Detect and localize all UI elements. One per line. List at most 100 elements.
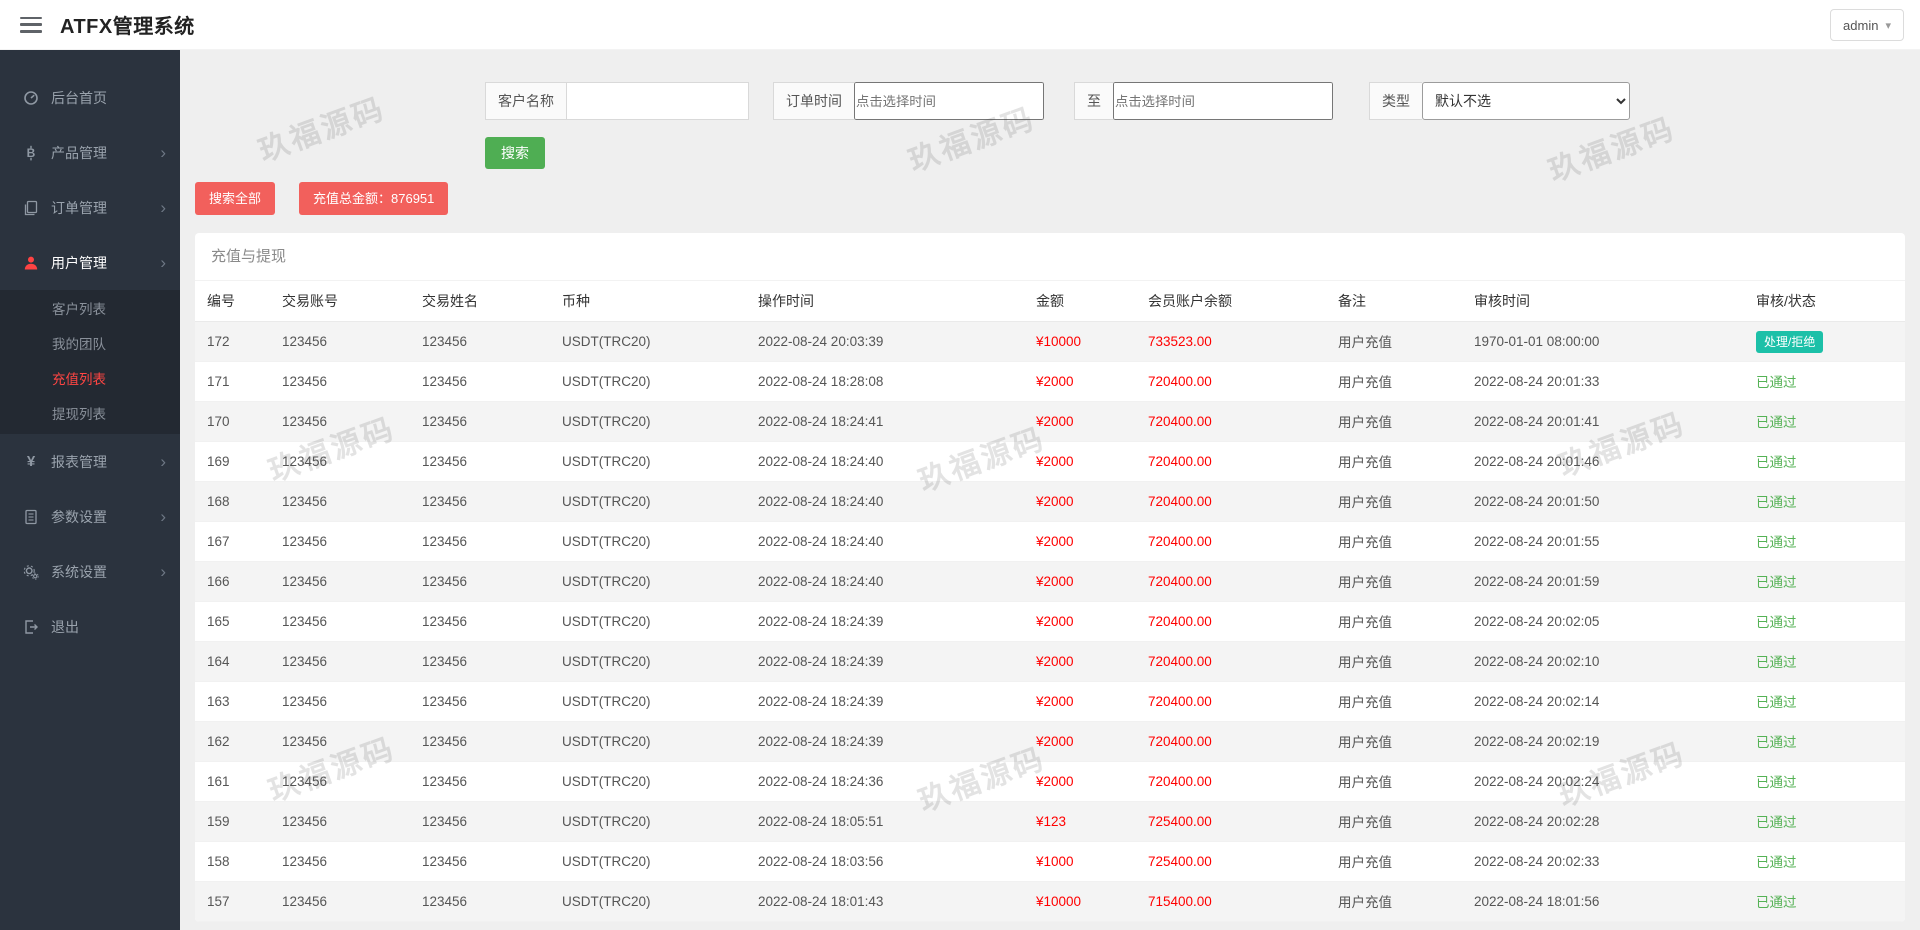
cell-amount: ¥2000 xyxy=(1024,401,1136,442)
table-row: 164 123456 123456 USDT(TRC20) 2022-08-24 18:… xyxy=(195,641,1905,682)
cell-audit-time: 2022-08-24 20:02:10 xyxy=(1462,641,1744,682)
chevron-right-icon: › xyxy=(160,143,166,162)
sidebar-item-orders[interactable]: 订单管理 › xyxy=(0,180,180,235)
cell-op-time: 2022-08-24 18:24:40 xyxy=(746,561,1024,602)
table-row: 167 123456 123456 USDT(TRC20) 2022-08-24 18:… xyxy=(195,521,1905,562)
cell-currency: USDT(TRC20) xyxy=(550,721,746,762)
sidebar-item-users[interactable]: 用户管理 › xyxy=(0,235,180,290)
cell-remark: 用户充值 xyxy=(1326,761,1462,802)
cell-balance: 720400.00 xyxy=(1136,721,1326,762)
sidebar-subitem-customer-list[interactable]: 客户列表 xyxy=(0,292,180,327)
sidebar-item-products[interactable]: B 产品管理 › xyxy=(0,125,180,180)
cell-audit-time: 2022-08-24 20:02:28 xyxy=(1462,801,1744,842)
menu-toggle-icon[interactable] xyxy=(20,16,42,33)
total-amount-badge: 充值总金额：876951 xyxy=(299,182,449,215)
cell-account: 123456 xyxy=(270,881,410,922)
panel-title: 充值与提现 xyxy=(195,233,1905,281)
order-time-start-input[interactable] xyxy=(854,82,1044,120)
sidebar-subitem-my-team[interactable]: 我的团队 xyxy=(0,327,180,362)
cell-id: 157 xyxy=(195,881,270,922)
search-button[interactable]: 搜索 xyxy=(485,137,545,169)
cell-currency: USDT(TRC20) xyxy=(550,681,746,722)
cell-account: 123456 xyxy=(270,481,410,522)
user-icon xyxy=(22,255,40,271)
sidebar-item-reports[interactable]: ¥ 报表管理 › xyxy=(0,434,180,489)
cell-account: 123456 xyxy=(270,561,410,602)
status-pending-badge[interactable]: 处理/拒绝 xyxy=(1756,330,1824,353)
cell-name: 123456 xyxy=(410,521,550,562)
user-menu-button[interactable]: admin ▾ xyxy=(1830,9,1904,41)
cell-status: 处理/拒绝 xyxy=(1744,321,1905,362)
search-all-button[interactable]: 搜索全部 xyxy=(195,182,276,215)
cell-id: 168 xyxy=(195,481,270,522)
cell-id: 162 xyxy=(195,721,270,762)
cell-balance: 725400.00 xyxy=(1136,841,1326,882)
order-time-label: 订单时间 xyxy=(773,82,854,120)
cell-currency: USDT(TRC20) xyxy=(550,321,746,362)
cell-id: 171 xyxy=(195,361,270,402)
sidebar-item-home[interactable]: 后台首页 xyxy=(0,70,180,125)
filter-bar: 客户名称 订单时间 至 类型 默认不选 xyxy=(195,82,1905,120)
column-header-audit-time: 审核时间 xyxy=(1462,281,1744,322)
cell-audit-time: 2022-08-24 20:02:05 xyxy=(1462,601,1744,642)
cell-status: 已通过 xyxy=(1744,681,1905,722)
cell-audit-time: 2022-08-24 20:02:14 xyxy=(1462,681,1744,722)
type-select[interactable]: 默认不选 xyxy=(1422,82,1630,120)
yen-report-icon: ¥ xyxy=(26,453,36,470)
recharge-table: 编号 交易账号 交易姓名 币种 操作时间 金额 会员账户余额 备注 审核时间 审… xyxy=(195,281,1905,922)
cell-name: 123456 xyxy=(410,561,550,602)
cell-op-time: 2022-08-24 18:24:40 xyxy=(746,441,1024,482)
table-row: 172 123456 123456 USDT(TRC20) 2022-08-24 20:… xyxy=(195,321,1905,362)
order-time-end-input[interactable] xyxy=(1113,82,1333,120)
column-header-op-time: 操作时间 xyxy=(746,281,1024,322)
cell-status: 已通过 xyxy=(1744,441,1905,482)
sidebar-item-params[interactable]: 参数设置 › xyxy=(0,489,180,544)
cell-balance: 715400.00 xyxy=(1136,881,1326,922)
document-icon xyxy=(22,509,40,525)
cell-remark: 用户充值 xyxy=(1326,721,1462,762)
cell-id: 163 xyxy=(195,681,270,722)
cell-id: 167 xyxy=(195,521,270,562)
cell-name: 123456 xyxy=(410,761,550,802)
cell-remark: 用户充值 xyxy=(1326,681,1462,722)
table-row: 166 123456 123456 USDT(TRC20) 2022-08-24 18:… xyxy=(195,561,1905,602)
cell-account: 123456 xyxy=(270,401,410,442)
customer-name-input[interactable] xyxy=(566,82,749,120)
column-header-account: 交易账号 xyxy=(270,281,410,322)
cell-id: 164 xyxy=(195,641,270,682)
cell-op-time: 2022-08-24 18:24:40 xyxy=(746,521,1024,562)
cell-currency: USDT(TRC20) xyxy=(550,481,746,522)
cell-remark: 用户充值 xyxy=(1326,521,1462,562)
sidebar-subitem-withdraw-list[interactable]: 提现列表 xyxy=(0,397,180,432)
cell-status: 已通过 xyxy=(1744,881,1905,922)
cell-account: 123456 xyxy=(270,841,410,882)
status-passed-label: 已通过 xyxy=(1756,855,1797,870)
sidebar-item-label: 报表管理 xyxy=(51,453,107,470)
cell-remark: 用户充值 xyxy=(1326,441,1462,482)
status-passed-label: 已通过 xyxy=(1756,375,1797,390)
search-row: 搜索 xyxy=(195,137,1905,169)
sidebar-subitem-recharge-list[interactable]: 充值列表 xyxy=(0,362,180,397)
cell-currency: USDT(TRC20) xyxy=(550,641,746,682)
status-passed-label: 已通过 xyxy=(1756,655,1797,670)
sidebar-item-label: 后台首页 xyxy=(51,89,107,106)
cell-account: 123456 xyxy=(270,521,410,562)
sidebar-item-system[interactable]: 系统设置 › xyxy=(0,544,180,599)
cell-remark: 用户充值 xyxy=(1326,481,1462,522)
type-label: 类型 xyxy=(1369,82,1422,120)
users-submenu: 客户列表 我的团队 充值列表 提现列表 xyxy=(0,290,180,434)
cell-account: 123456 xyxy=(270,681,410,722)
status-passed-label: 已通过 xyxy=(1756,615,1797,630)
sidebar-item-logout[interactable]: 退出 xyxy=(0,599,180,654)
cell-amount: ¥10000 xyxy=(1024,321,1136,362)
cell-name: 123456 xyxy=(410,841,550,882)
cell-audit-time: 2022-08-24 20:02:33 xyxy=(1462,841,1744,882)
status-passed-label: 已通过 xyxy=(1756,895,1797,910)
cell-id: 170 xyxy=(195,401,270,442)
sidebar: 后台首页 B 产品管理 › 订单管理 › 用户管理 › 客户列表 我的团队 充值… xyxy=(0,50,180,930)
recharge-table-body: 172 123456 123456 USDT(TRC20) 2022-08-24 20:… xyxy=(195,321,1905,922)
cell-status: 已通过 xyxy=(1744,801,1905,842)
cell-remark: 用户充值 xyxy=(1326,801,1462,842)
cell-remark: 用户充值 xyxy=(1326,401,1462,442)
table-row: 161 123456 123456 USDT(TRC20) 2022-08-24 18:… xyxy=(195,761,1905,802)
